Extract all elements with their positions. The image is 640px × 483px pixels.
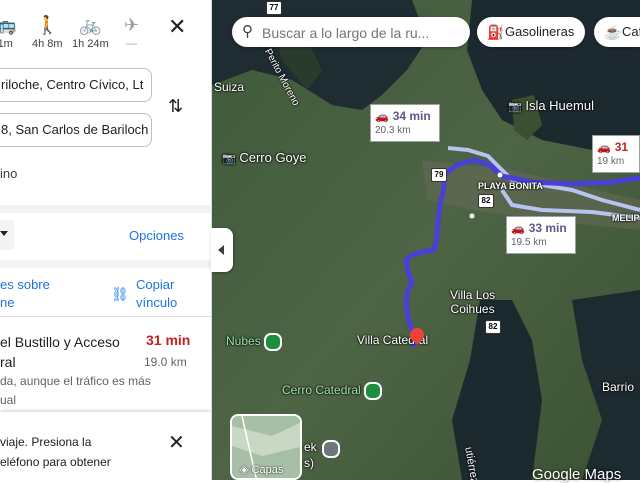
- mode-flight[interactable]: ✈ —: [124, 14, 139, 50]
- place-pin-icon[interactable]: [322, 440, 340, 458]
- divider: [0, 316, 211, 317]
- collapse-panel-button[interactable]: [211, 228, 233, 272]
- coffee-icon: ☕: [604, 24, 622, 40]
- close-directions-button[interactable]: ✕: [168, 14, 186, 40]
- chip-gas-stations[interactable]: ⛽ Gasolineras: [477, 17, 585, 47]
- place-cerro-goye[interactable]: 📷 Cerro Goye: [222, 150, 307, 165]
- route-callout-alt-2[interactable]: 🚗 33 min 19.5 km: [506, 216, 576, 254]
- park-pin-icon: [264, 333, 283, 351]
- route-callout-alt-1[interactable]: 🚗 34 min 20.3 km: [370, 104, 440, 142]
- layers-button[interactable]: ◈ Capas: [230, 414, 302, 480]
- place-barrio[interactable]: Barrio: [602, 380, 634, 394]
- layers-icon: ◈: [240, 464, 249, 476]
- google-maps-logo: Google Maps: [532, 466, 622, 483]
- link-icon: ⛓: [111, 286, 129, 302]
- route-title[interactable]: el Bustillo y Acceso ral: [0, 332, 140, 372]
- place-isla-huemul[interactable]: 📷 Isla Huemul: [508, 98, 594, 113]
- destination-pin-icon[interactable]: [407, 325, 427, 348]
- bike-icon: 🚲: [79, 15, 102, 35]
- camera-icon: 📷: [222, 153, 236, 165]
- route-waypoint: [497, 172, 503, 178]
- place-playa-bonita[interactable]: PLAYA BONITA: [478, 181, 543, 191]
- place-nubes[interactable]: Nubes: [226, 333, 283, 351]
- route-shield: 79: [431, 168, 447, 182]
- mode-walk[interactable]: 🚶 4h 8m: [32, 14, 63, 50]
- destination-field[interactable]: 8, San Carlos de Bariloch: [0, 113, 152, 147]
- route-shield: 77: [266, 1, 282, 15]
- chip-coffee[interactable]: ☕ Caf: [594, 17, 640, 47]
- place-suiza[interactable]: Suiza: [214, 80, 244, 94]
- chevron-down-icon: [0, 231, 8, 236]
- route-description: da, aunque el tráfico es más ual: [0, 374, 151, 407]
- place-s[interactable]: s): [304, 456, 314, 470]
- camera-icon: 📷: [508, 101, 522, 113]
- search-input[interactable]: [260, 22, 464, 44]
- place-villa-los-coihues[interactable]: Villa Los Coihues: [450, 288, 495, 316]
- car-icon: 🚗: [511, 223, 525, 235]
- options-button[interactable]: Opciones: [129, 228, 184, 243]
- origin-field[interactable]: riloche, Centro Cívico, Lt: [0, 68, 152, 102]
- notice-banner: viaje. Presiona la eléfono para obtener …: [0, 412, 211, 480]
- mode-bike[interactable]: 🚲 1h 24m: [72, 14, 109, 50]
- mountain-pin-icon: [364, 382, 383, 400]
- place-ek[interactable]: ek: [304, 440, 317, 454]
- map-canvas[interactable]: Suiza Lago Perito Moreno 📷 Isla Huemul 📷…: [212, 0, 640, 480]
- add-destination-link[interactable]: ino: [0, 166, 17, 181]
- route-shield: 82: [478, 194, 494, 208]
- route-distance: 19.0 km: [144, 355, 187, 369]
- chevron-left-icon: [218, 245, 224, 255]
- travel-modes: 🚌 1m 🚶 4h 8m 🚲 1h 24m ✈ — ✕: [0, 0, 211, 58]
- layers-label: ◈ Capas: [240, 464, 284, 476]
- place-cerro-catedral[interactable]: Cerro Catedral: [282, 382, 383, 400]
- walk-icon: 🚶: [36, 15, 59, 35]
- swap-icon[interactable]: ⇅: [168, 96, 183, 117]
- gas-icon: ⛽: [487, 24, 505, 40]
- route-shield: 82: [485, 320, 501, 334]
- route-time: 31 min: [146, 332, 191, 348]
- directions-panel: 🚌 1m 🚶 4h 8m 🚲 1h 24m ✈ — ✕ riloche, Cen…: [0, 0, 212, 480]
- route-callout-main[interactable]: 🚗 31 19 km: [592, 135, 640, 173]
- car-icon: 🚗: [375, 111, 389, 123]
- route-waypoint: [469, 213, 475, 219]
- notice-text: viaje. Presiona la eléfono para obtener: [0, 435, 111, 469]
- leave-now-dropdown[interactable]: [0, 220, 14, 250]
- search-along-route[interactable]: ⚲: [232, 17, 470, 47]
- place-melip[interactable]: MELIP: [612, 213, 640, 223]
- divider: [0, 260, 211, 268]
- divider: [0, 205, 211, 213]
- bus-icon: 🚌: [0, 14, 16, 36]
- close-icon[interactable]: ✕: [168, 430, 185, 455]
- flight-icon: ✈: [124, 15, 140, 35]
- car-icon: 🚗: [597, 142, 611, 154]
- mode-transit[interactable]: 🚌 1m: [0, 14, 16, 50]
- send-to-phone-link[interactable]: es sobre ne: [0, 276, 50, 312]
- search-icon: ⚲: [242, 23, 253, 40]
- copy-link-button[interactable]: Copiar vínculo: [136, 276, 177, 312]
